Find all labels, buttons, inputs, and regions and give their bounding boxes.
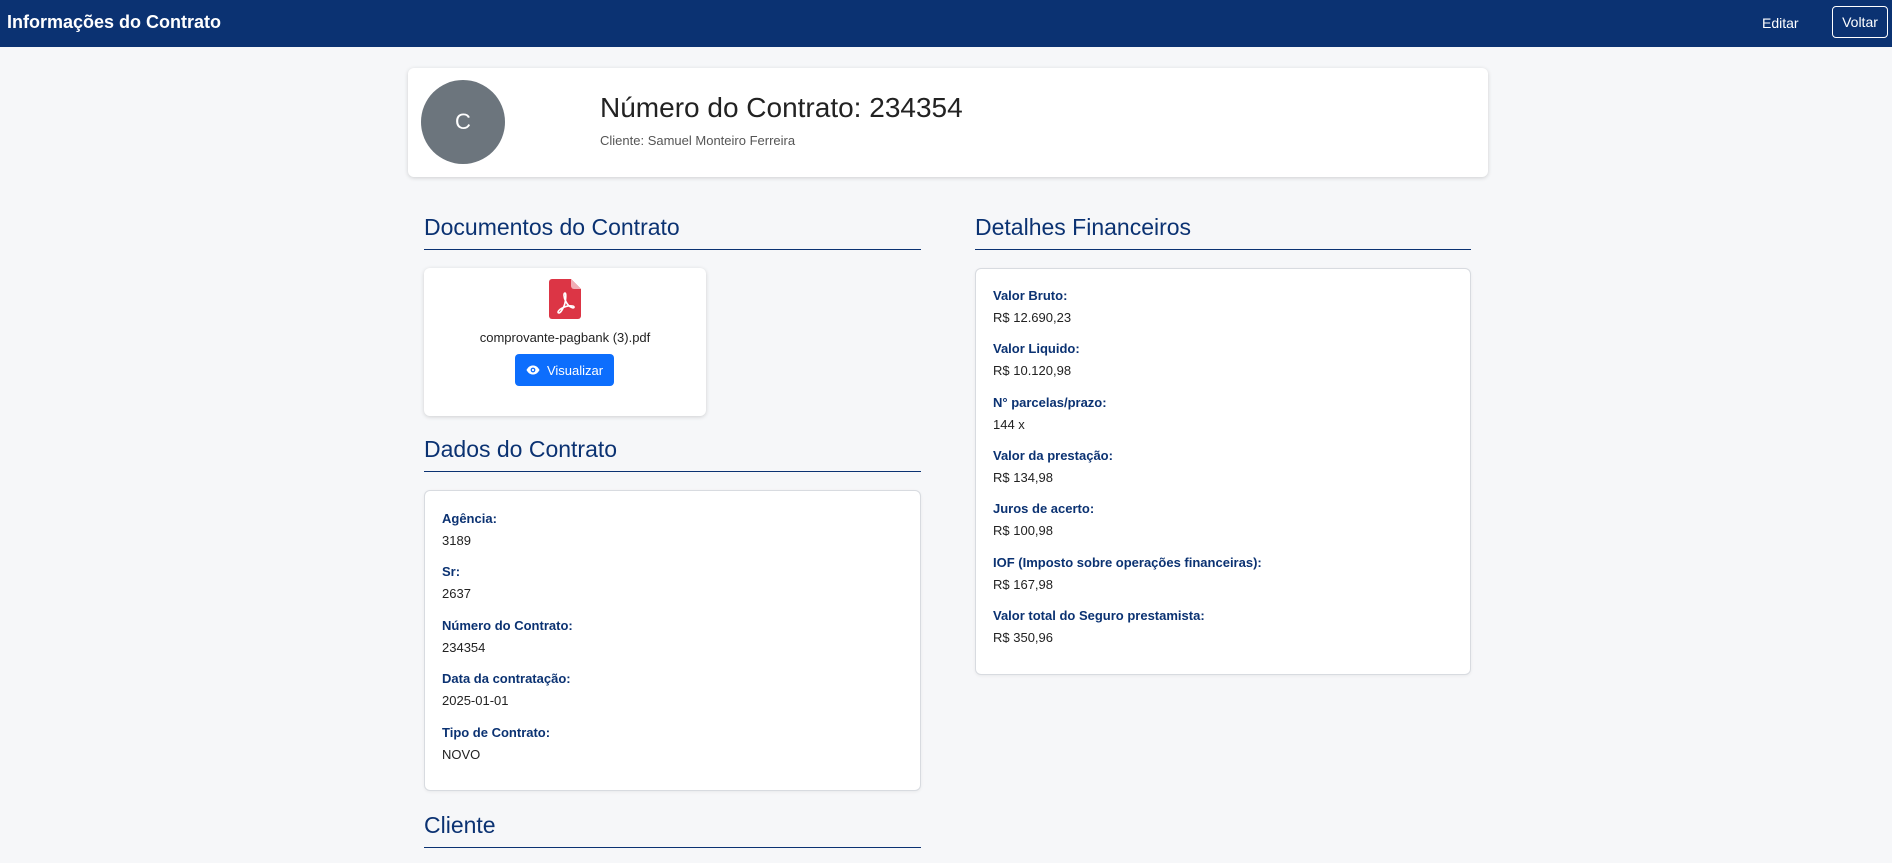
contract-client-name: Cliente: Samuel Monteiro Ferreira [600, 133, 796, 148]
field-value: 234354 [442, 640, 486, 655]
field-label: IOF (Imposto sobre operações financeiras… [993, 555, 1262, 570]
field-label: Juros de acerto: [993, 501, 1095, 516]
field-label: Tipo de Contrato: [442, 725, 551, 740]
page-title: Informações do Contrato [7, 12, 222, 32]
contract-number-title: Número do Contrato: 234354 [600, 92, 963, 123]
documents-section-divider [424, 249, 921, 250]
field-value: R$ 134,98 [993, 470, 1053, 485]
field-value: 3189 [442, 533, 471, 548]
view-button-label: Visualizar [546, 362, 604, 378]
field-label: Agência: [442, 511, 497, 526]
client-section-title: Cliente [424, 812, 496, 838]
contract-data-card: Agência: 3189 Sr: 2637 Número do Contrat… [424, 490, 921, 791]
document-card: comprovante-pagbank (3).pdf Visualizar [424, 268, 706, 416]
top-navbar: Informações do Contrato Editar Voltar [0, 0, 1892, 47]
financial-section-title: Detalhes Financeiros [975, 214, 1192, 240]
financial-section-divider [975, 249, 1471, 250]
field-iof: IOF (Imposto sobre operações financeiras… [993, 555, 1262, 592]
financial-details-card: Valor Bruto: R$ 12.690,23 Valor Liquido:… [975, 268, 1471, 675]
avatar: C [421, 80, 505, 164]
contract-data-section-title: Dados do Contrato [424, 436, 618, 462]
field-value: R$ 167,98 [993, 577, 1053, 592]
field-value: R$ 10.120,98 [993, 363, 1072, 378]
contract-data-section-divider [424, 471, 921, 472]
field-value: R$ 100,98 [993, 523, 1053, 538]
field-valor-bruto: Valor Bruto: R$ 12.690,23 [993, 288, 1071, 325]
field-value: 2025-01-01 [442, 693, 509, 708]
contract-header-card: C Número do Contrato: 234354 Cliente: Sa… [408, 68, 1488, 177]
field-valor-prestacao: Valor da prestação: R$ 134,98 [993, 448, 1113, 485]
field-contract-date: Data da contratação: 2025-01-01 [442, 671, 571, 708]
field-value: R$ 12.690,23 [993, 310, 1072, 325]
field-label: Data da contratação: [442, 671, 571, 686]
field-label: N° parcelas/prazo: [993, 395, 1107, 410]
field-juros-acerto: Juros de acerto: R$ 100,98 [993, 501, 1094, 538]
field-value: 2637 [442, 586, 471, 601]
field-label: Valor total do Seguro prestamista: [993, 608, 1205, 623]
eye-icon [526, 365, 540, 375]
field-label: Valor Bruto: [993, 288, 1068, 303]
field-label: Valor Liquido: [993, 341, 1080, 356]
field-seguro-prestamista: Valor total do Seguro prestamista: R$ 35… [993, 608, 1205, 645]
document-filename: comprovante-pagbank (3).pdf [479, 330, 651, 345]
back-button[interactable]: Voltar [1832, 6, 1888, 38]
field-sr: Sr: 2637 [442, 564, 471, 601]
field-value: R$ 350,96 [993, 630, 1053, 645]
field-label: Valor da prestação: [993, 448, 1113, 463]
client-section-divider [424, 847, 921, 848]
field-value: NOVO [442, 747, 481, 762]
field-parcelas: N° parcelas/prazo: 144 x [993, 395, 1107, 432]
pdf-icon[interactable] [549, 279, 581, 319]
field-valor-liquido: Valor Liquido: R$ 10.120,98 [993, 341, 1080, 378]
edit-button[interactable]: Editar [1752, 10, 1809, 36]
documents-section-title: Documentos do Contrato [424, 214, 680, 240]
field-agencia: Agência: 3189 [442, 511, 497, 548]
field-label: Número do Contrato: [442, 618, 573, 633]
view-document-button[interactable]: Visualizar [515, 354, 614, 386]
field-contract-type: Tipo de Contrato: NOVO [442, 725, 550, 762]
field-label: Sr: [442, 564, 461, 579]
field-value: 144 x [993, 417, 1025, 432]
field-contract-number: Número do Contrato: 234354 [442, 618, 573, 655]
